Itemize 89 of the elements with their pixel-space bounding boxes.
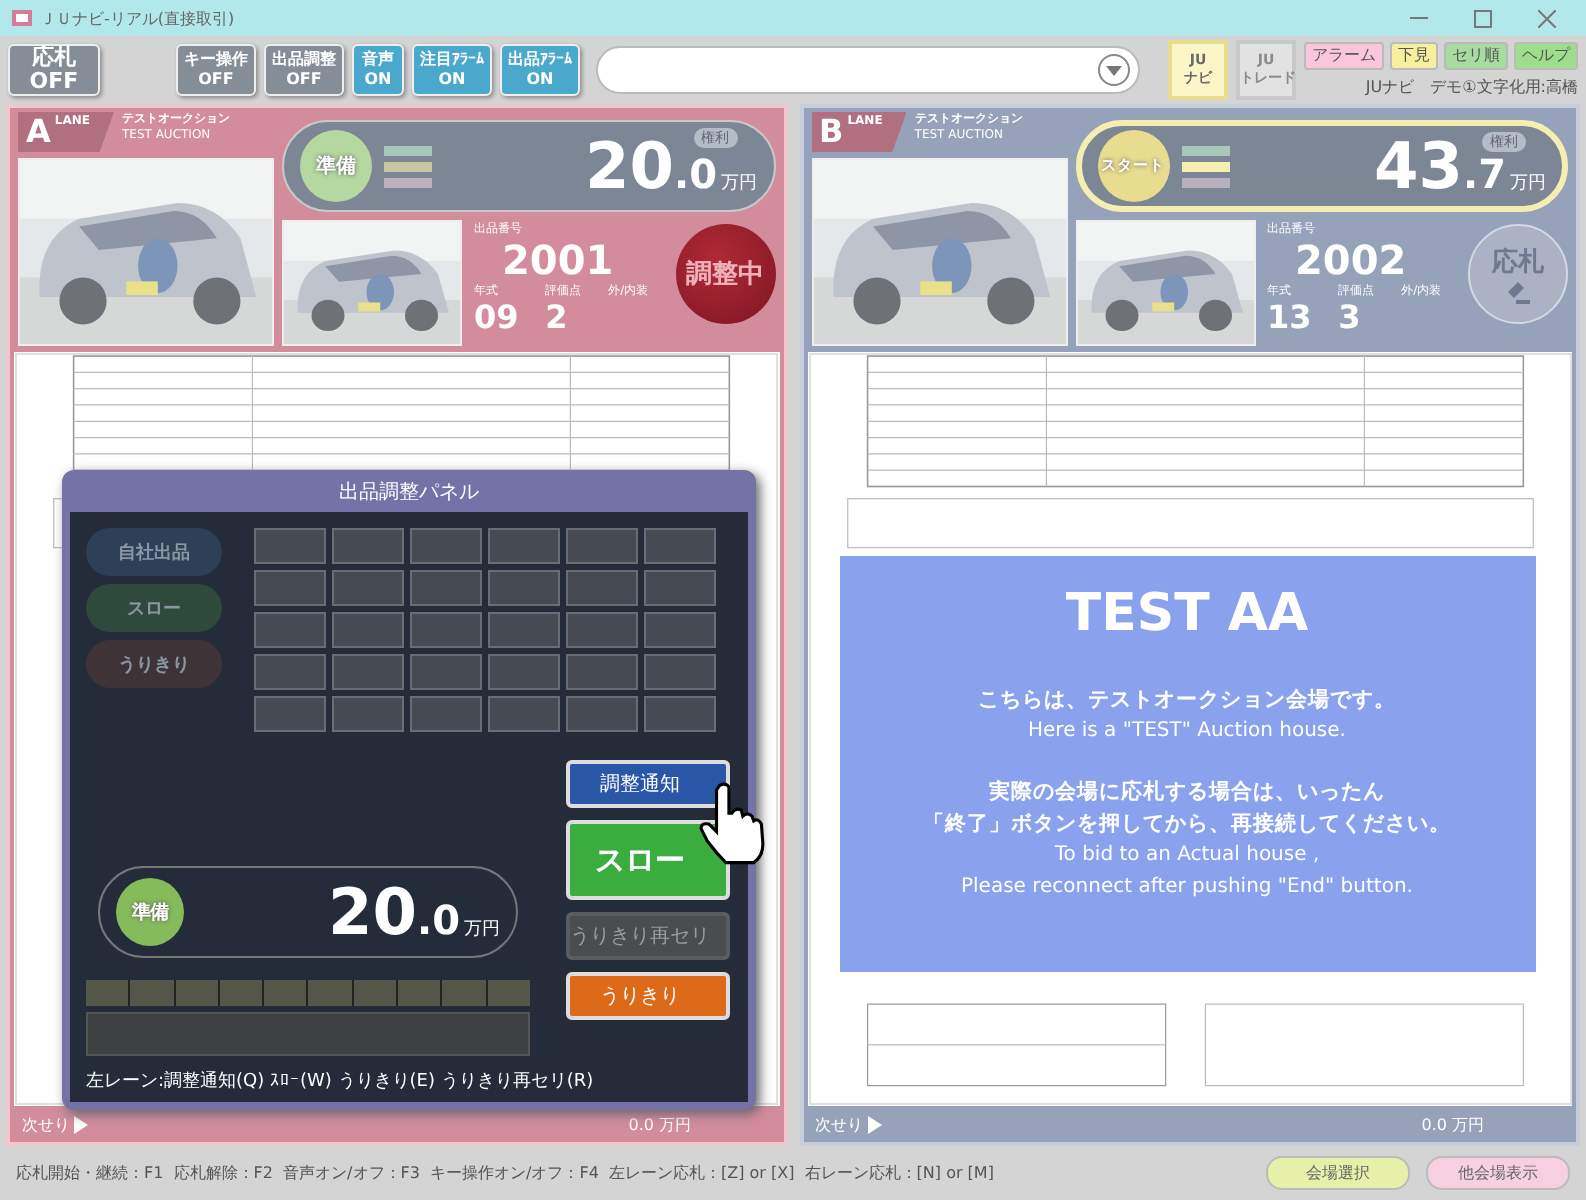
grid-cell: [488, 654, 560, 690]
grid-cell: [644, 528, 716, 564]
toggle-button[interactable]: 出品ｱﾗｰﾑ ON: [500, 44, 580, 96]
grid-cell: [254, 570, 326, 606]
notice-title: TEST AA: [1065, 584, 1309, 644]
price-value: 20: [327, 880, 417, 944]
play-icon: [867, 1115, 881, 1133]
menu-button[interactable]: ヘルプ: [1514, 42, 1578, 70]
lot-number: 2001: [500, 238, 616, 282]
notice-text: Here is a "TEST" Auction house.: [1028, 718, 1346, 746]
status-indicator: 準備: [116, 878, 184, 946]
grid-cell: [566, 570, 638, 606]
shortcut-hint: 応札開始・継続：F1 応札解除：F2 音声オン/オフ：F3 キー操作オン/オフ：F4 左レーン応札：[Z] or [X] 右レーン応札：[N] or [M]: [16, 1162, 996, 1184]
grid-cell: [410, 570, 482, 606]
grid-cell: [410, 696, 482, 732]
grid-cell: [254, 654, 326, 690]
price-unit: 万円: [1510, 172, 1546, 196]
grid-cell: [644, 696, 716, 732]
price-value: 20: [584, 134, 674, 198]
play-icon: [74, 1115, 88, 1133]
action-button[interactable]: スロー: [566, 820, 730, 900]
grid-cell: [332, 570, 404, 606]
grid-cell: [332, 528, 404, 564]
toggle-button[interactable]: 注目ｱﾗｰﾑ ON: [412, 44, 492, 96]
year-value: 13: [1267, 300, 1314, 334]
menu-button[interactable]: アラーム: [1304, 42, 1384, 70]
notice-text: こちらは、テストオークション会場です。: [978, 686, 1396, 716]
grid-cell: [410, 612, 482, 648]
next-lot-price: 0.0 万円: [628, 1113, 691, 1135]
grid-cell: [488, 612, 560, 648]
grid-cell: [410, 654, 482, 690]
score-value: 2: [545, 300, 570, 334]
menu-button[interactable]: セリ順: [1444, 42, 1508, 70]
next-lot-label: 次せり: [815, 1113, 863, 1135]
action-button[interactable]: 調整通知: [566, 760, 730, 808]
bid-toggle-button[interactable]: 応札 OFF: [8, 44, 100, 96]
price-unit: 万円: [721, 172, 757, 196]
grid-cell: [488, 528, 560, 564]
minimize-icon: [1409, 16, 1427, 20]
grid-cell: [332, 696, 404, 732]
grid-cell: [644, 570, 716, 606]
venue-button[interactable]: 会場選択: [1266, 1156, 1410, 1190]
close-icon: [1537, 9, 1555, 27]
dropdown-field[interactable]: [596, 46, 1140, 94]
window-title: ＪＵナビ-リアル(直接取引): [40, 7, 235, 29]
action-button[interactable]: うりきり: [566, 972, 730, 1020]
toggle-button[interactable]: 出品調整 OFF: [264, 44, 344, 96]
price-decimal: .7: [1462, 150, 1506, 198]
year-value: 09: [474, 300, 521, 334]
price-unit: 万円: [464, 918, 500, 942]
app-icon: [12, 8, 32, 28]
panel-title: 出品調整パネル: [337, 479, 481, 507]
grid-cell: [644, 612, 716, 648]
notice-text: To bid to an Actual house ,: [1054, 842, 1320, 870]
bid-button[interactable]: 応札: [1468, 224, 1568, 324]
grid-cell: [488, 570, 560, 606]
price-value: 43: [1373, 134, 1463, 198]
notice-text: 実際の会場に応札する場合は、いったん: [989, 777, 1385, 808]
price-decimal: .0: [673, 150, 717, 198]
score-value: 3: [1338, 300, 1363, 334]
gavel-icon: [1504, 280, 1532, 304]
grid-cell: [254, 612, 326, 648]
grid-cell: [566, 654, 638, 690]
grid-cell: [254, 696, 326, 732]
grid-cell: [644, 654, 716, 690]
grid-cell: [332, 654, 404, 690]
notice-text: Please reconnect after pushing "End" button.: [961, 874, 1413, 902]
grid-cell: [566, 612, 638, 648]
grid-cell: [488, 696, 560, 732]
lot-number: 2002: [1293, 238, 1409, 282]
grid-cell: [332, 612, 404, 648]
next-lot-price: 0.0 万円: [1421, 1113, 1484, 1135]
notice-text: 「終了」ボタンを押してから、再接続してください。: [923, 810, 1451, 840]
grid-cell: [410, 528, 482, 564]
menu-button[interactable]: 下見: [1390, 42, 1438, 70]
pointer-hand-icon: [698, 780, 766, 868]
grid-cell: [566, 696, 638, 732]
maximize-icon: [1473, 9, 1491, 27]
toggle-button[interactable]: 音声 ON: [352, 44, 404, 96]
user-label: JUナビ デモ①文字化用:高橋: [1365, 76, 1578, 98]
grid-cell: [254, 528, 326, 564]
toggle-button[interactable]: キー操作 OFF: [176, 44, 256, 96]
next-lot-label: 次せり: [22, 1113, 70, 1135]
venue-button[interactable]: 他会場表示: [1426, 1156, 1570, 1190]
shortcut-hint: 左レーン:調整通知(Q) ｽﾛｰ(W) うりきり(E) うりきり再セリ(R): [86, 1069, 596, 1094]
adjusting-indicator: 調整中: [675, 224, 775, 324]
price-decimal: .0: [416, 896, 460, 944]
status-indicator: 準備: [300, 130, 372, 202]
grid-cell: [566, 528, 638, 564]
